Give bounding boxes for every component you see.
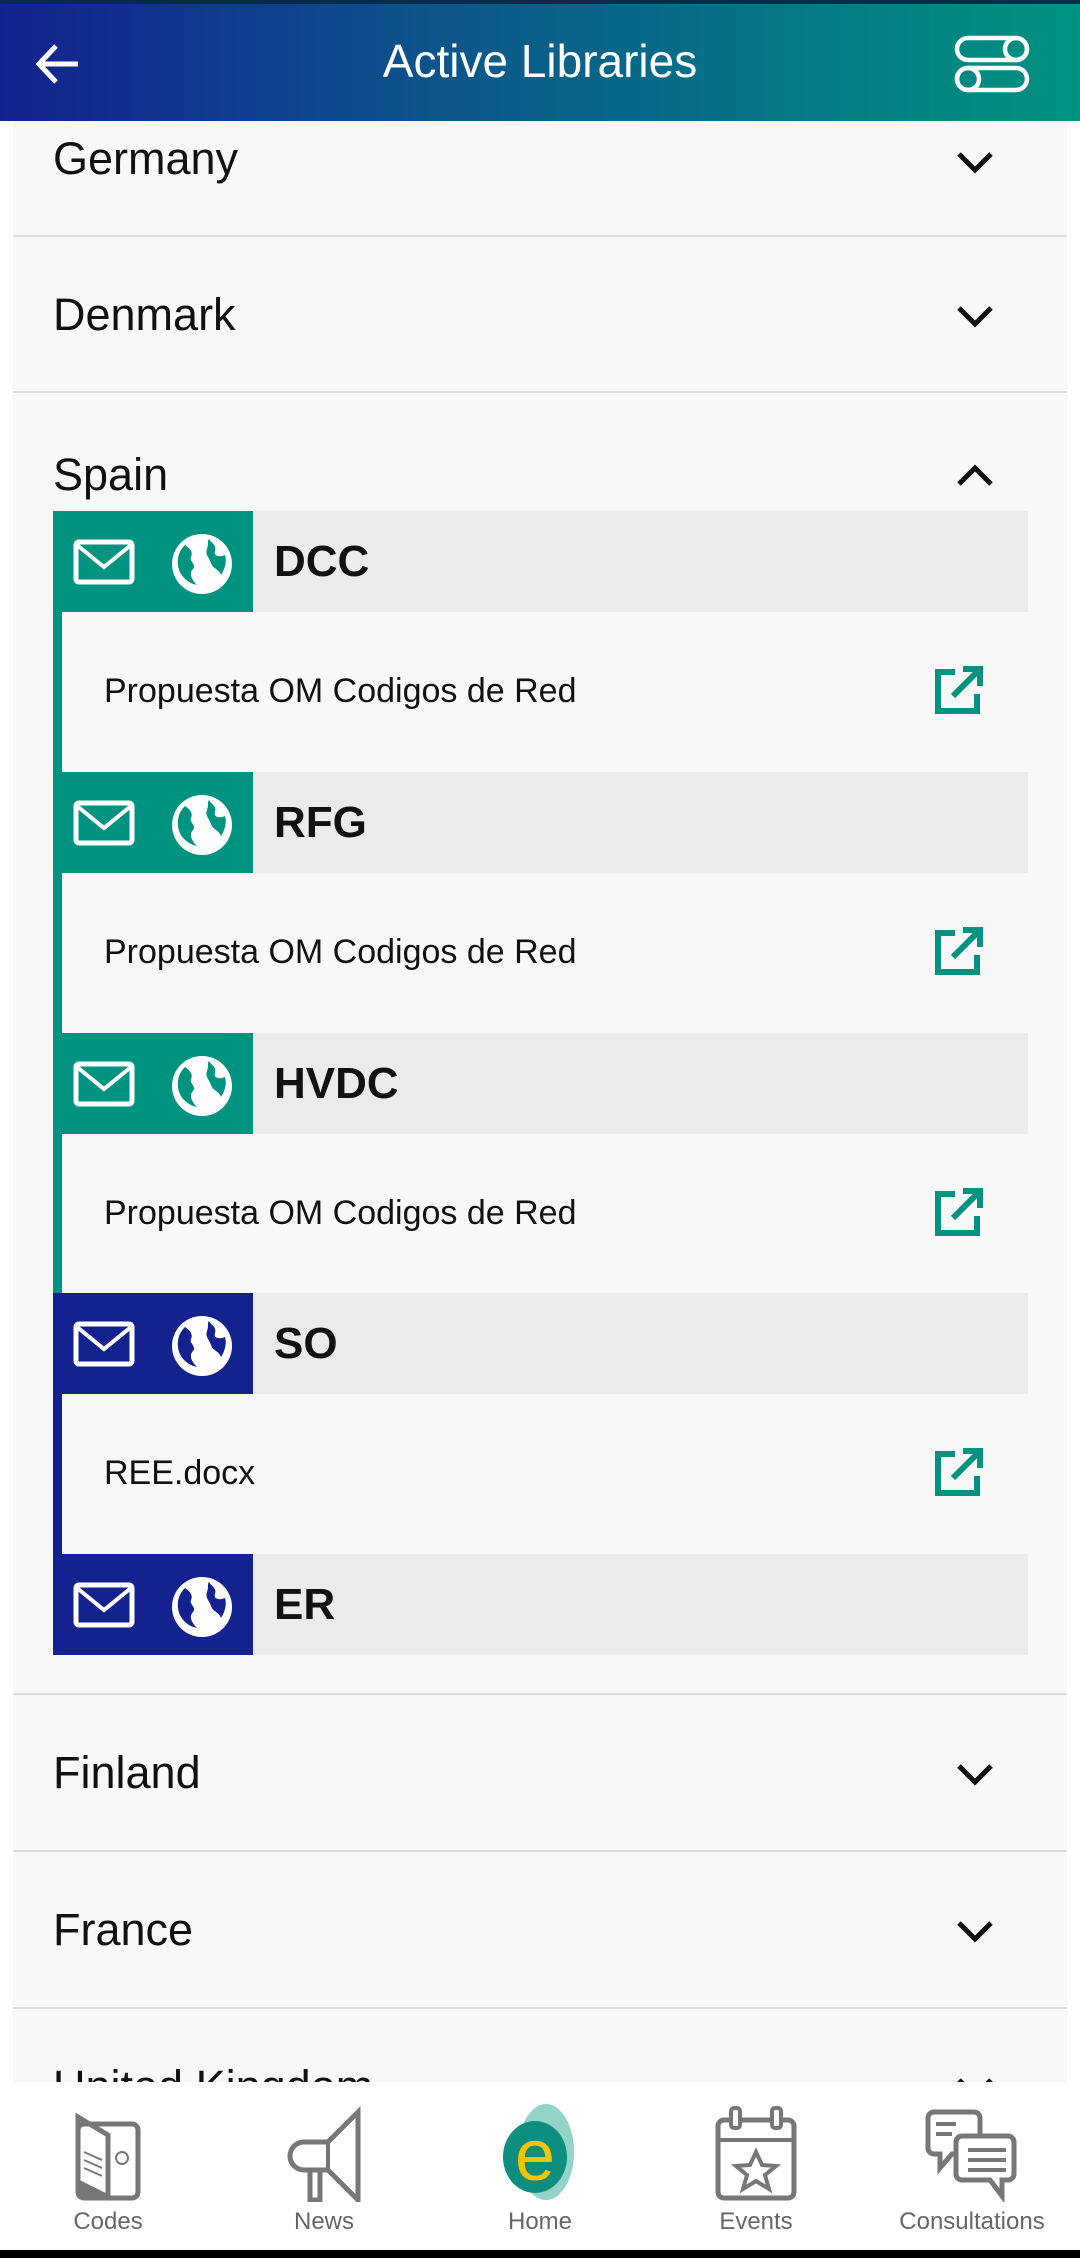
chevron-up-icon[interactable]: [955, 463, 995, 489]
page-title: Active Libraries: [382, 35, 698, 87]
library-code[interactable]: HVDC: [274, 1059, 399, 1109]
mail-icon[interactable]: [73, 539, 135, 585]
libraries-list: Germany Denmark Spain DCC Propuesta OM Co…: [13, 121, 1067, 2082]
country-spain-title[interactable]: Spain: [53, 449, 168, 501]
nav-consultations[interactable]: Consultations: [864, 2082, 1080, 2250]
document-row[interactable]: REE.docx: [53, 1394, 1028, 1554]
library-code[interactable]: DCC: [274, 537, 369, 587]
globe-icon[interactable]: [171, 1315, 233, 1377]
toggles-icon[interactable]: [954, 32, 1030, 96]
library-header: RFG: [53, 772, 1028, 873]
nav-label: News: [293, 2208, 354, 2235]
document-title[interactable]: Propuesta OM Codigos de Red: [104, 672, 576, 711]
top-app-bar: Active Libraries: [0, 0, 1080, 121]
document-row[interactable]: Propuesta OM Codigos de Red: [53, 873, 1028, 1033]
nav-label: Home: [507, 2208, 573, 2235]
mail-icon[interactable]: [73, 800, 135, 846]
system-bar: [0, 2250, 1080, 2258]
accent-bar: [53, 612, 62, 772]
nav-label: Consultations: [899, 2208, 1045, 2235]
library-actions: [53, 1554, 253, 1655]
external-link-icon[interactable]: [933, 1446, 985, 1498]
library-header: SO: [53, 1293, 1028, 1394]
library-item: SO REE.docx: [53, 1293, 1028, 1554]
globe-icon[interactable]: [171, 533, 233, 595]
library-actions: [53, 511, 253, 612]
accent-bar: [53, 873, 62, 1033]
nav-label: Codes: [73, 2208, 143, 2235]
library-header: DCC: [53, 511, 1028, 612]
country-spain: Spain DCC Propuesta OM Codigos de Red RFG…: [13, 393, 1067, 1695]
chevron-down-icon[interactable]: [955, 303, 995, 329]
library-code[interactable]: SO: [274, 1319, 338, 1369]
nav-label: Events: [719, 2208, 793, 2235]
nav-home[interactable]: e Home: [432, 2082, 648, 2250]
megaphone-icon: [287, 2105, 361, 2202]
document-row[interactable]: Propuesta OM Codigos de Red: [53, 612, 1028, 772]
external-link-icon[interactable]: [933, 925, 985, 977]
document-title[interactable]: Propuesta OM Codigos de Red: [104, 1194, 576, 1233]
document-title[interactable]: REE.docx: [104, 1454, 255, 1493]
nav-news[interactable]: News: [216, 2082, 432, 2250]
mail-icon[interactable]: [73, 1582, 135, 1628]
calendar-star-icon: [715, 2106, 797, 2201]
country-denmark[interactable]: Denmark: [13, 237, 1067, 393]
chevron-down-icon[interactable]: [955, 1761, 995, 1787]
library-item: ER: [53, 1554, 1028, 1655]
library-actions: [53, 772, 253, 873]
library-actions: [53, 1033, 253, 1134]
nav-events[interactable]: Events: [648, 2082, 864, 2250]
library-code[interactable]: RFG: [274, 798, 367, 848]
mail-icon[interactable]: [73, 1321, 135, 1367]
accent-bar: [53, 1394, 62, 1554]
chevron-down-icon[interactable]: [955, 2075, 995, 2082]
chevron-down-icon[interactable]: [955, 149, 995, 175]
chat-bubbles-icon: [925, 2109, 1017, 2202]
nav-codes[interactable]: Codes: [0, 2082, 216, 2250]
library-header: ER: [53, 1554, 1028, 1655]
book-icon: [75, 2112, 141, 2202]
library-actions: [53, 1293, 253, 1394]
country-france[interactable]: France: [13, 1852, 1067, 2009]
document-row[interactable]: Propuesta OM Codigos de Red: [53, 1134, 1028, 1294]
document-title[interactable]: Propuesta OM Codigos de Red: [104, 933, 576, 972]
country-finland[interactable]: Finland: [13, 1695, 1067, 1852]
chevron-down-icon[interactable]: [955, 1918, 995, 1944]
library-item: DCC Propuesta OM Codigos de Red: [53, 511, 1028, 772]
external-link-icon[interactable]: [933, 1186, 985, 1238]
library-header: HVDC: [53, 1033, 1028, 1134]
bottom-navigation: Codes News e Home Events Consultations: [0, 2082, 1080, 2250]
svg-text:e: e: [515, 2116, 555, 2196]
globe-icon[interactable]: [171, 794, 233, 856]
external-link-icon[interactable]: [933, 664, 985, 716]
country-united-kingdom[interactable]: United Kingdom: [13, 2009, 1067, 2082]
home-logo-icon: e: [503, 2104, 574, 2200]
library-item: HVDC Propuesta OM Codigos de Red: [53, 1033, 1028, 1294]
library-code[interactable]: ER: [274, 1580, 335, 1630]
accent-bar: [53, 1134, 62, 1294]
library-item: RFG Propuesta OM Codigos de Red: [53, 772, 1028, 1033]
country-germany[interactable]: Germany: [13, 121, 1067, 237]
mail-icon[interactable]: [73, 1061, 135, 1107]
globe-icon[interactable]: [171, 1576, 233, 1638]
globe-icon[interactable]: [171, 1055, 233, 1117]
